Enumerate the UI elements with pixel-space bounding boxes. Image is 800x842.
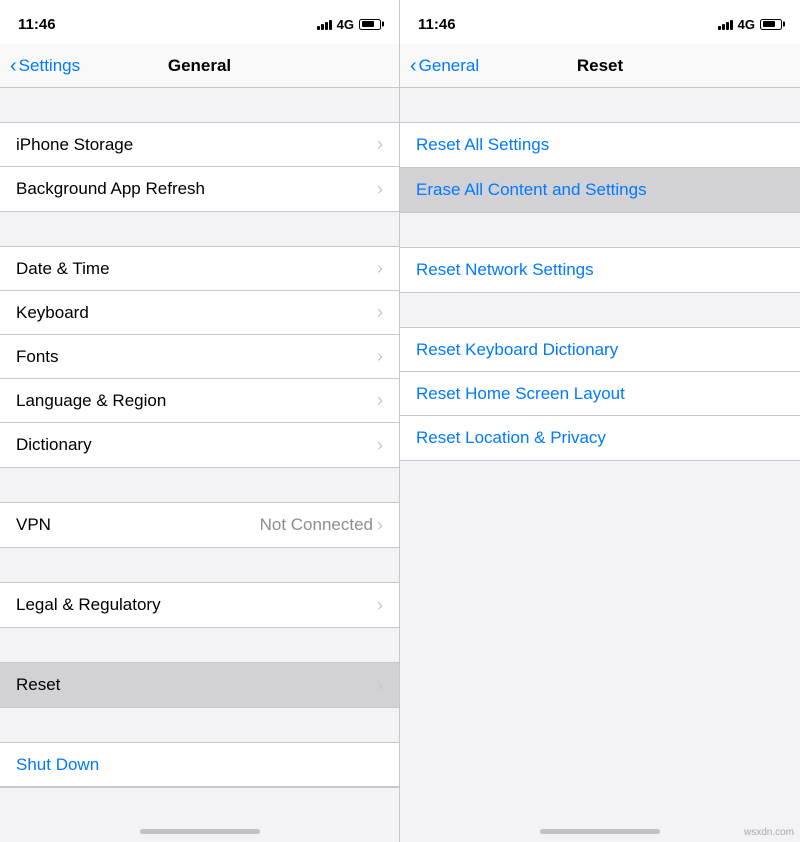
dictionary-row[interactable]: Dictionary › — [0, 423, 399, 467]
left-panel: 11:46 4G ‹ Settings General iPhone — [0, 0, 400, 842]
vpn-chevron: › — [377, 515, 383, 536]
right-network-label: 4G — [738, 17, 755, 32]
right-back-button[interactable]: ‹ General — [410, 56, 479, 76]
right-signal-icon — [718, 18, 733, 30]
fonts-right: › — [377, 346, 383, 367]
reset-location-row[interactable]: Reset Location & Privacy — [400, 416, 800, 460]
right-back-chevron: ‹ — [410, 56, 417, 76]
right-nav-title: Reset — [577, 56, 623, 76]
iphone-storage-row[interactable]: iPhone Storage › — [0, 123, 399, 167]
right-status-bar: 11:46 4G — [400, 0, 800, 44]
legal-regulatory-chevron: › — [377, 595, 383, 616]
date-time-row[interactable]: Date & Time › — [0, 247, 399, 291]
fonts-chevron: › — [377, 346, 383, 367]
iphone-storage-right: › — [377, 134, 383, 155]
legal-regulatory-label: Legal & Regulatory — [16, 595, 161, 615]
reset-homescreen-label: Reset Home Screen Layout — [416, 384, 625, 404]
shutdown-label: Shut Down — [16, 755, 99, 775]
right-nav-bar: ‹ General Reset — [400, 44, 800, 88]
fonts-row[interactable]: Fonts › — [0, 335, 399, 379]
reset-label: Reset — [16, 675, 60, 695]
left-group-5: Reset › — [0, 662, 399, 708]
right-status-icons: 4G — [718, 17, 782, 32]
iphone-storage-label: iPhone Storage — [16, 135, 133, 155]
battery-icon — [359, 19, 381, 30]
right-group-3: Reset Network Settings — [400, 247, 800, 293]
shutdown-row[interactable]: Shut Down — [0, 743, 399, 787]
date-time-label: Date & Time — [16, 259, 110, 279]
left-group-3: VPN Not Connected › — [0, 502, 399, 548]
left-group-2: Date & Time › Keyboard › Fonts › Languag… — [0, 246, 399, 468]
reset-homescreen-row[interactable]: Reset Home Screen Layout — [400, 372, 800, 416]
vpn-row[interactable]: VPN Not Connected › — [0, 503, 399, 547]
reset-row[interactable]: Reset › — [0, 663, 399, 707]
background-app-refresh-chevron: › — [377, 179, 383, 200]
language-region-row[interactable]: Language & Region › — [0, 379, 399, 423]
left-back-label: Settings — [19, 56, 80, 76]
reset-all-settings-label: Reset All Settings — [416, 135, 549, 155]
background-app-refresh-row[interactable]: Background App Refresh › — [0, 167, 399, 211]
iphone-storage-chevron: › — [377, 134, 383, 155]
legal-regulatory-row[interactable]: Legal & Regulatory › — [0, 583, 399, 627]
reset-network-label: Reset Network Settings — [416, 260, 594, 280]
right-home-bar — [540, 829, 660, 834]
vpn-label: VPN — [16, 515, 51, 535]
left-nav-bar: ‹ Settings General — [0, 44, 399, 88]
language-region-right: › — [377, 390, 383, 411]
legal-regulatory-right: › — [377, 595, 383, 616]
left-time: 11:46 — [18, 16, 56, 33]
left-group-1: iPhone Storage › Background App Refresh … — [0, 122, 399, 212]
keyboard-chevron: › — [377, 302, 383, 323]
reset-all-settings-row[interactable]: Reset All Settings — [400, 123, 800, 167]
vpn-value: Not Connected — [260, 515, 373, 535]
fonts-label: Fonts — [16, 347, 59, 367]
dictionary-right: › — [377, 435, 383, 456]
reset-location-label: Reset Location & Privacy — [416, 428, 606, 448]
left-back-chevron: ‹ — [10, 56, 17, 76]
keyboard-label: Keyboard — [16, 303, 89, 323]
left-settings-content: iPhone Storage › Background App Refresh … — [0, 88, 399, 808]
left-group-4: Legal & Regulatory › — [0, 582, 399, 628]
left-group-6: Shut Down — [0, 742, 399, 788]
network-label: 4G — [337, 17, 354, 32]
erase-all-label: Erase All Content and Settings — [416, 180, 647, 200]
background-app-refresh-right: › — [377, 179, 383, 200]
right-group-4: Reset Keyboard Dictionary Reset Home Scr… — [400, 327, 800, 461]
right-group-2: Erase All Content and Settings — [400, 168, 800, 213]
left-status-icons: 4G — [317, 17, 381, 32]
right-battery-icon — [760, 19, 782, 30]
watermark: wsxdn.com — [744, 827, 794, 838]
reset-right: › — [377, 675, 383, 696]
language-region-chevron: › — [377, 390, 383, 411]
reset-chevron: › — [377, 675, 383, 696]
left-status-bar: 11:46 4G — [0, 0, 399, 44]
language-region-label: Language & Region — [16, 391, 166, 411]
date-time-chevron: › — [377, 258, 383, 279]
left-home-indicator — [0, 808, 399, 842]
reset-keyboard-label: Reset Keyboard Dictionary — [416, 340, 618, 360]
right-home-indicator — [400, 808, 800, 842]
right-back-label: General — [419, 56, 479, 76]
right-group-1: Reset All Settings — [400, 122, 800, 168]
reset-network-row[interactable]: Reset Network Settings — [400, 248, 800, 292]
erase-all-row[interactable]: Erase All Content and Settings — [400, 168, 800, 212]
left-home-bar — [140, 829, 260, 834]
reset-keyboard-row[interactable]: Reset Keyboard Dictionary — [400, 328, 800, 372]
keyboard-right: › — [377, 302, 383, 323]
left-nav-title: General — [168, 56, 231, 76]
right-panel: 11:46 4G ‹ General Reset Reset All — [400, 0, 800, 842]
right-time: 11:46 — [418, 16, 456, 33]
background-app-refresh-label: Background App Refresh — [16, 179, 205, 199]
signal-icon — [317, 18, 332, 30]
vpn-right: Not Connected › — [260, 515, 383, 536]
right-settings-content: Reset All Settings Erase All Content and… — [400, 88, 800, 808]
left-back-button[interactable]: ‹ Settings — [10, 56, 80, 76]
dictionary-chevron: › — [377, 435, 383, 456]
dictionary-label: Dictionary — [16, 435, 92, 455]
keyboard-row[interactable]: Keyboard › — [0, 291, 399, 335]
date-time-right: › — [377, 258, 383, 279]
